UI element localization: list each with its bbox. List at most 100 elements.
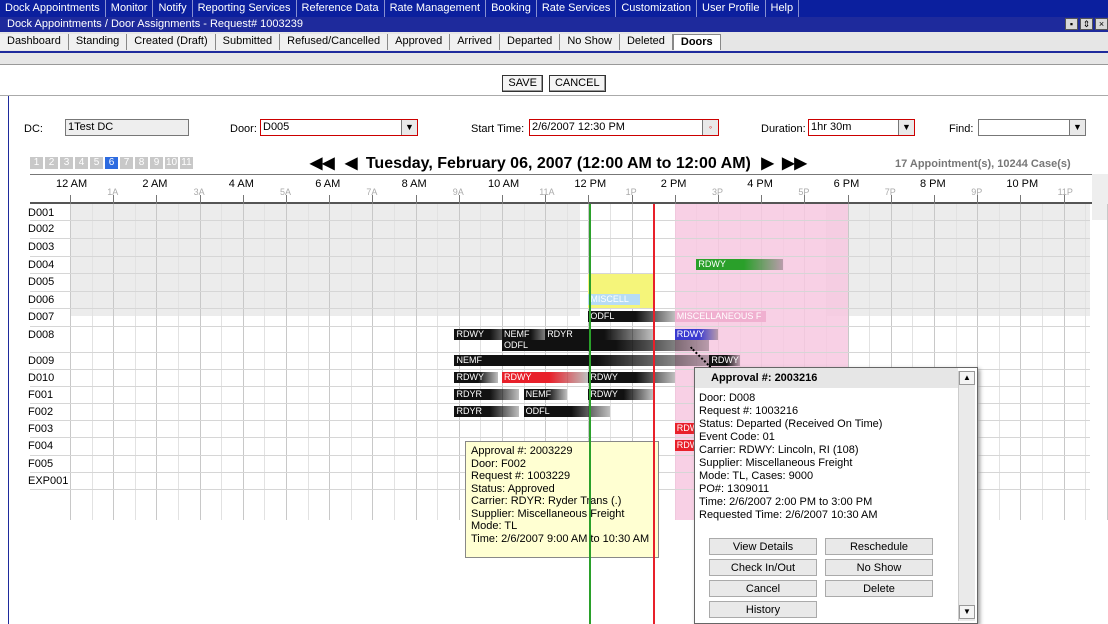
timeline-scrollbar[interactable]: [1092, 174, 1108, 220]
close-icon[interactable]: ×: [1095, 18, 1108, 30]
tab-bar: Dashboard Standing Created (Draft) Submitte…: [0, 32, 1108, 65]
view-details-button[interactable]: View Details: [709, 538, 817, 555]
menu-item[interactable]: Customization: [616, 0, 698, 17]
duration-select[interactable]: 1hr 30m ▼: [808, 119, 915, 136]
tooltip-line: Door: F002: [471, 457, 527, 470]
chevron-down-icon[interactable]: ▼: [898, 120, 914, 135]
duration-label: Duration:: [761, 123, 806, 135]
appointment-bar[interactable]: MISCELLANEOUS F: [674, 311, 766, 322]
page-button[interactable]: 6: [105, 157, 118, 169]
door-row-label: F005: [28, 458, 54, 470]
door-select[interactable]: D005 ▼: [260, 119, 418, 136]
no-show-button[interactable]: No Show: [825, 559, 933, 576]
tab-approved[interactable]: Approved: [388, 34, 451, 50]
tooltip-line: Approval #: 2003229: [471, 445, 573, 457]
menu-item[interactable]: Help: [766, 0, 800, 17]
chevron-down-icon[interactable]: ▼: [959, 605, 975, 619]
appointment-bar[interactable]: NEMF: [454, 355, 714, 366]
tab-deleted[interactable]: Deleted: [619, 34, 673, 50]
prev-day-icon[interactable]: ◀: [345, 155, 357, 172]
tooltip-line: Mode: TL: [471, 520, 518, 532]
tab-standing[interactable]: Standing: [68, 34, 128, 50]
page-button[interactable]: 11: [180, 157, 193, 169]
page-button[interactable]: 8: [135, 157, 148, 169]
tab-created-draft-[interactable]: Created (Draft): [127, 34, 216, 50]
menu-item[interactable]: Dock Appointments: [0, 0, 106, 17]
door-row-label: D009: [28, 355, 55, 367]
last-page-icon[interactable]: ▶▶: [782, 155, 807, 172]
tooltip-line: Status: Approved: [471, 482, 555, 495]
next-day-icon[interactable]: ▶: [761, 155, 773, 172]
menu-item[interactable]: Notify: [153, 0, 193, 17]
page-button[interactable]: 9: [150, 157, 163, 169]
page-button[interactable]: 10: [165, 157, 178, 169]
appointment-bar[interactable]: MISCELL: [588, 294, 641, 305]
save-button[interactable]: SAVE: [502, 75, 543, 92]
page-button[interactable]: 7: [120, 157, 133, 169]
popup-line: Requested Time: 2/6/2007 10:30 AM: [699, 509, 878, 521]
door-label: Door:: [230, 123, 257, 135]
appointment-bar[interactable]: RDWY: [696, 259, 783, 270]
menu-item[interactable]: Booking: [486, 0, 537, 17]
appointment-bar[interactable]: ODFL: [588, 311, 675, 322]
tab-departed[interactable]: Departed: [500, 34, 561, 50]
page-button[interactable]: 1: [30, 157, 43, 169]
appointment-bar[interactable]: RDWY: [588, 372, 675, 383]
menu-item[interactable]: Reporting Services: [193, 0, 297, 17]
door-value: D005: [263, 121, 290, 133]
page-button[interactable]: 4: [75, 157, 88, 169]
reschedule-button[interactable]: Reschedule: [825, 538, 933, 555]
start-time-field[interactable]: 2/6/2007 12:30 PM ◦: [529, 119, 719, 136]
find-select[interactable]: ▼: [978, 119, 1086, 136]
page-button[interactable]: 3: [60, 157, 73, 169]
dc-field[interactable]: 1Test DC: [65, 119, 189, 136]
tab-dashboard[interactable]: Dashboard: [0, 34, 69, 50]
chevron-up-icon[interactable]: ▲: [959, 371, 975, 385]
hour-label: 8 AM: [401, 178, 427, 190]
first-page-icon[interactable]: ◀◀: [310, 155, 335, 172]
tab-doors[interactable]: Doors: [672, 34, 721, 50]
breadcrumb: Dock Appointments / Door Assignments - R…: [7, 18, 303, 30]
appointment-bar[interactable]: RDWY: [454, 372, 498, 383]
appointment-bar[interactable]: ODFL: [502, 340, 710, 351]
door-row-label: D004: [28, 259, 55, 271]
pager: 1 2 3 4 5 6 7 8 9 10 11: [30, 157, 193, 169]
door-row-label: D010: [28, 372, 55, 384]
appointment-bar[interactable]: ODFL: [523, 406, 610, 417]
menu-item[interactable]: Reference Data: [297, 0, 385, 17]
menu-item[interactable]: Monitor: [106, 0, 154, 17]
calendar-icon[interactable]: ◦: [702, 120, 718, 135]
row-line: [30, 238, 1090, 239]
cancel-button[interactable]: CANCEL: [548, 75, 606, 92]
appointment-bar[interactable]: RDWY: [588, 389, 654, 400]
appointment-bar[interactable]: RDYR: [545, 329, 654, 340]
refresh-icon[interactable]: ⇕: [1080, 18, 1093, 30]
hour-label: 12 AM: [56, 178, 88, 190]
save-icon[interactable]: ▪: [1065, 18, 1078, 30]
summary-text: 17 Appointment(s), 10244 Case(s): [895, 158, 1071, 170]
appointment-bar[interactable]: RDWY: [502, 372, 589, 383]
chevron-down-icon[interactable]: ▼: [401, 120, 417, 135]
start-time-value: 2/6/2007 12:30 PM: [532, 121, 625, 133]
menu-item[interactable]: User Profile: [697, 0, 766, 17]
tab-refused-cancelled[interactable]: Refused/Cancelled: [280, 34, 389, 50]
popup-scrollbar[interactable]: ▲ ▼: [958, 371, 975, 621]
tooltip-line: Supplier: Miscellaneous Freight: [471, 507, 625, 520]
tab-submitted[interactable]: Submitted: [215, 34, 281, 50]
menu-item[interactable]: Rate Services: [537, 0, 617, 17]
appointment-bar[interactable]: RDYR: [454, 406, 520, 417]
page-button[interactable]: 5: [90, 157, 103, 169]
history-button[interactable]: History: [709, 601, 817, 618]
appointment-bar[interactable]: RDYR: [454, 389, 520, 400]
appointment-bar[interactable]: NEMF: [523, 389, 567, 400]
chevron-down-icon[interactable]: ▼: [1069, 120, 1085, 135]
delete-button[interactable]: Delete: [825, 580, 933, 597]
selection-start-line: [653, 204, 655, 624]
cancel-button[interactable]: Cancel: [709, 580, 817, 597]
check-in-out-button[interactable]: Check In/Out: [709, 559, 817, 576]
page-button[interactable]: 2: [45, 157, 58, 169]
tab-arrived[interactable]: Arrived: [450, 34, 501, 50]
dc-label: DC:: [24, 123, 43, 135]
tab-no-show[interactable]: No Show: [560, 34, 620, 50]
menu-item[interactable]: Rate Management: [385, 0, 487, 17]
